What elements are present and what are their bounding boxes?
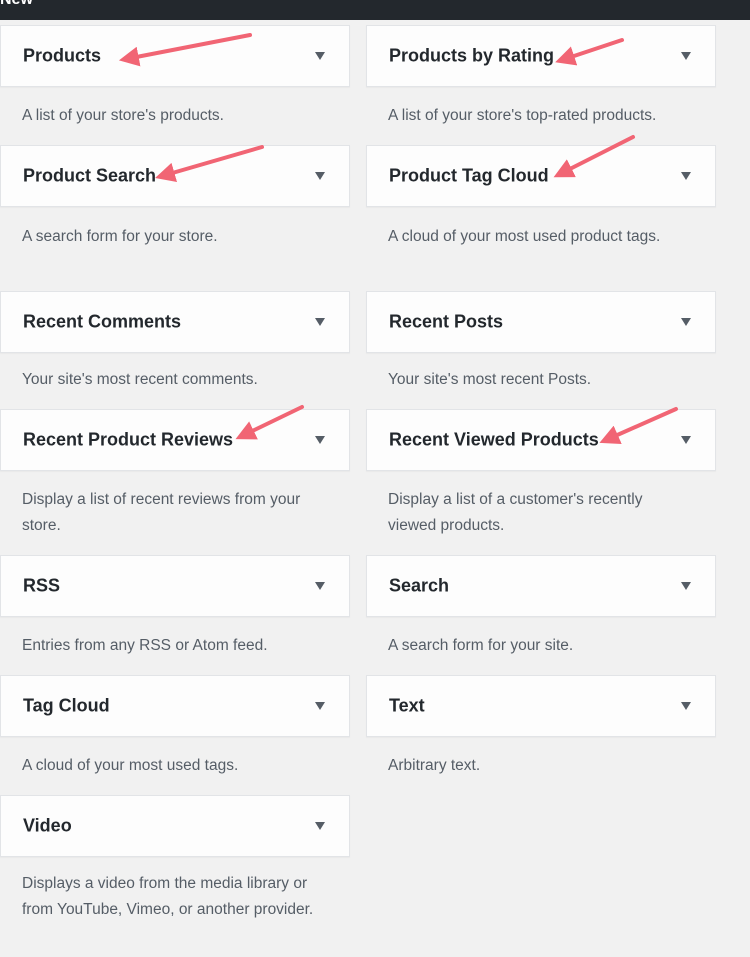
toolbar: New	[0, 0, 750, 20]
widget-text[interactable]: Text	[366, 675, 716, 737]
widget-description: A search form for your site.	[388, 637, 574, 654]
widget-video[interactable]: Video	[0, 795, 350, 857]
dropdown-triangle-icon[interactable]	[681, 318, 691, 326]
widget-title: Recent Viewed Products	[389, 429, 599, 450]
widget-title: Recent Posts	[389, 311, 504, 332]
dropdown-triangle-icon[interactable]	[315, 318, 325, 326]
widget-description: Entries from any RSS or Atom feed.	[22, 637, 268, 654]
dropdown-triangle-icon[interactable]	[315, 52, 325, 60]
widget-description: Your site's most recent comments.	[22, 371, 258, 388]
widget-recent-comments[interactable]: Recent Comments	[0, 291, 350, 353]
dropdown-triangle-icon[interactable]	[315, 702, 325, 710]
widget-recent-posts[interactable]: Recent Posts	[366, 291, 716, 353]
dropdown-triangle-icon[interactable]	[315, 436, 325, 444]
widget-tag-cloud[interactable]: Tag Cloud	[0, 675, 350, 737]
widget-title: Recent Product Reviews	[23, 429, 234, 450]
widget-description: A search form for your store.	[22, 228, 218, 245]
dropdown-triangle-icon[interactable]	[315, 582, 325, 590]
dropdown-triangle-icon[interactable]	[681, 436, 691, 444]
widget-description: A cloud of your most used tags.	[22, 757, 239, 774]
widget-description: Display a list of recent reviews from yo…	[22, 491, 301, 534]
toolbar-title: New	[0, 0, 33, 9]
widget-product-tag-cloud[interactable]: Product Tag Cloud	[366, 145, 716, 207]
widget-description: Arbitrary text.	[388, 757, 481, 774]
widget-search[interactable]: Search	[366, 555, 716, 617]
widget-title: Products	[23, 45, 102, 66]
dropdown-triangle-icon[interactable]	[681, 582, 691, 590]
widget-title: Product Tag Cloud	[389, 165, 549, 186]
widget-title: Product Search	[23, 165, 157, 186]
widget-description: A list of your store's products.	[22, 107, 224, 124]
widget-products[interactable]: Products	[0, 25, 350, 87]
dropdown-triangle-icon[interactable]	[315, 172, 325, 180]
widget-description: A cloud of your most used product tags.	[388, 228, 661, 245]
dropdown-triangle-icon[interactable]	[681, 702, 691, 710]
widget-description: Displays a video from the media library …	[22, 875, 314, 918]
widget-title: Search	[389, 575, 450, 596]
widget-rss[interactable]: RSS	[0, 555, 350, 617]
widget-products-by-rating[interactable]: Products by Rating	[366, 25, 716, 87]
widget-description: Display a list of a customer's recently …	[388, 491, 643, 534]
widget-description: Your site's most recent Posts.	[388, 371, 592, 388]
dropdown-triangle-icon[interactable]	[681, 52, 691, 60]
widget-title: Products by Rating	[389, 45, 555, 66]
widget-product-search[interactable]: Product Search	[0, 145, 350, 207]
dropdown-triangle-icon[interactable]	[681, 172, 691, 180]
widget-title: Tag Cloud	[23, 695, 110, 716]
widget-recent-viewed-products[interactable]: Recent Viewed Products	[366, 409, 716, 471]
widget-recent-product-reviews[interactable]: Recent Product Reviews	[0, 409, 350, 471]
dropdown-triangle-icon[interactable]	[315, 822, 325, 830]
widget-title: Text	[389, 695, 425, 716]
widget-title: Recent Comments	[23, 311, 182, 332]
widget-description: A list of your store's top-rated product…	[388, 107, 657, 124]
widget-title: RSS	[23, 575, 61, 596]
widget-title: Video	[23, 815, 72, 836]
